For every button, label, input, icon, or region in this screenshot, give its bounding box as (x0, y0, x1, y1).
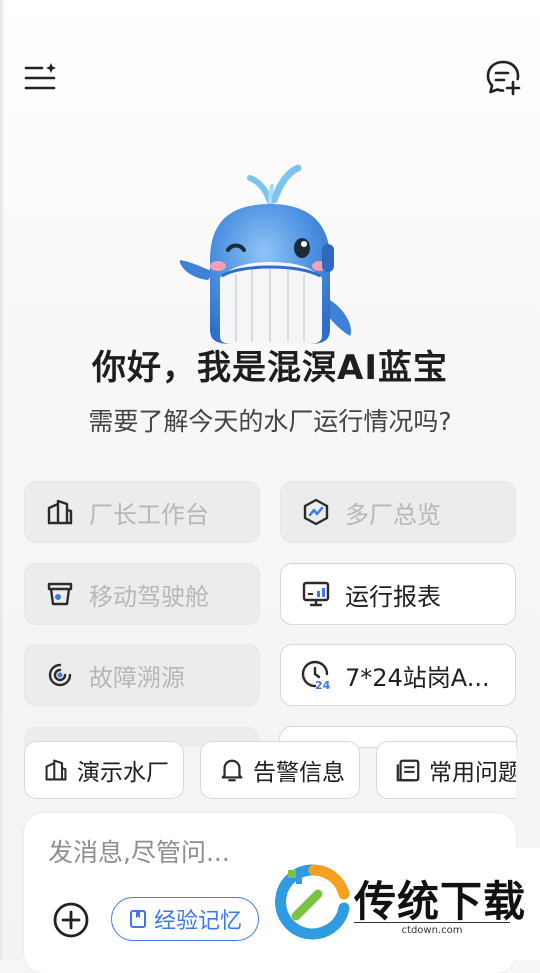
chip-demo-factory[interactable]: 演示水厂 (24, 741, 184, 799)
chip-label: 常用问题 (429, 760, 516, 786)
shortcut-mobile-cockpit[interactable]: 移动驾驶舱 (24, 563, 260, 625)
shortcut-fault-tracing[interactable]: 故障溯源 (24, 644, 260, 706)
greeting-title: 你好，我是混溟AI蓝宝 (92, 348, 448, 388)
monitor-chart-icon (301, 579, 331, 609)
shortcut-label: 厂长工作台 (89, 500, 209, 529)
watermark-overlay: 传统下载 ctdown.com (262, 848, 540, 960)
bookmark-book-icon (129, 910, 146, 928)
chip-common-questions[interactable]: 常用问题 (376, 741, 516, 799)
chip-label: 告警信息 (253, 760, 345, 786)
menu-sparkle-icon (24, 63, 56, 90)
chip-label: 演示水厂 (77, 760, 169, 786)
experience-memory-button[interactable]: 经验记忆 (111, 897, 259, 941)
shortcut-label: 运行报表 (345, 582, 441, 611)
factory-building-icon (45, 497, 75, 527)
chat-plus-icon (486, 60, 521, 96)
greeting-subtitle: 需要了解今天的水厂运行情况吗? (88, 407, 452, 436)
shortcut-multi-factory-overview[interactable]: 多厂总览 (280, 481, 516, 543)
bell-icon (219, 757, 245, 783)
watermark-logo (275, 864, 350, 940)
message-input[interactable]: 发消息,尽管问... (48, 833, 230, 869)
shortcut-label: 多厂总览 (345, 500, 441, 529)
shortcut-label: 7*24站岗A... (345, 663, 490, 692)
left-edge-shadow (0, 0, 4, 960)
shortcut-label: 故障溯源 (89, 663, 185, 692)
chip-alarm-info[interactable]: 告警信息 (200, 741, 360, 799)
plus-circle-icon[interactable] (52, 901, 90, 939)
shortcut-factory-workbench[interactable]: 厂长工作台 (24, 481, 260, 543)
document-list-icon (395, 757, 421, 783)
new-chat-button[interactable] (482, 56, 526, 100)
memory-label: 经验记忆 (153, 909, 242, 934)
factory-building-icon (43, 757, 69, 783)
clock-24-icon: 24 (301, 660, 331, 690)
watermark-text: 传统下载 (354, 877, 527, 926)
cup-dashboard-icon (45, 579, 75, 609)
quick-chip-row[interactable]: 演示水厂 告警信息 常用问题 (24, 741, 516, 801)
watermark-url: ctdown.com (354, 922, 510, 936)
shortcut-24h-guard[interactable]: 24 7*24站岗A... (280, 644, 516, 706)
whale-mascot (179, 164, 352, 344)
target-trace-icon (45, 660, 75, 690)
shortcut-label: 移动驾驶舱 (89, 582, 209, 611)
hexagon-chart-icon (301, 497, 331, 527)
svg-text:24: 24 (315, 679, 331, 690)
menu-button[interactable] (20, 56, 64, 100)
shortcut-operation-report[interactable]: 运行报表 (280, 563, 516, 625)
